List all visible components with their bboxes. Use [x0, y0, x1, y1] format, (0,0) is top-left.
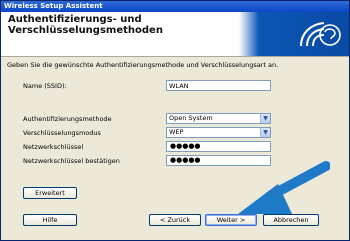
auth-label: Authentifizierungsmethode — [23, 115, 112, 123]
intro-text: Geben Sie die gewünschte Authentifizieru… — [7, 61, 279, 69]
help-button[interactable]: Hilfe — [23, 214, 77, 226]
page-title-line1: Authentifizierungs- und — [8, 14, 142, 25]
advanced-button[interactable]: Erweitert — [23, 187, 77, 199]
ssid-field: WLAN — [166, 80, 271, 91]
pointer-arrow-icon — [238, 161, 330, 214]
page-title: Authentifizierungs- und Verschlüsselungs… — [8, 14, 163, 36]
page-title-line2: Verschlüsselungsmethoden — [8, 25, 163, 36]
back-button[interactable]: < Zurück — [149, 214, 201, 226]
auth-select-value: Open System — [169, 114, 213, 122]
enc-select[interactable]: WEP ▼ — [166, 127, 271, 138]
network-key-field[interactable]: ●●●●● — [166, 141, 271, 152]
enc-label: Verschlüsselungsmodus — [23, 129, 101, 137]
auth-select[interactable]: Open System ▼ — [166, 113, 271, 124]
header-divider — [1, 56, 349, 57]
chevron-down-icon[interactable]: ▼ — [260, 114, 270, 123]
key-label: Netzwerkschlüssel — [23, 143, 84, 151]
chevron-down-icon[interactable]: ▼ — [260, 128, 270, 137]
key-confirm-label: Netzwerkschlüssel bestätigen — [23, 157, 120, 165]
wifi-logo — [239, 12, 349, 56]
wifi-logo-icon — [300, 22, 341, 47]
enc-select-value: WEP — [169, 128, 184, 136]
window-title: Wireless Setup Assistent — [1, 1, 349, 12]
ssid-label: Name (SSID): — [23, 82, 67, 90]
